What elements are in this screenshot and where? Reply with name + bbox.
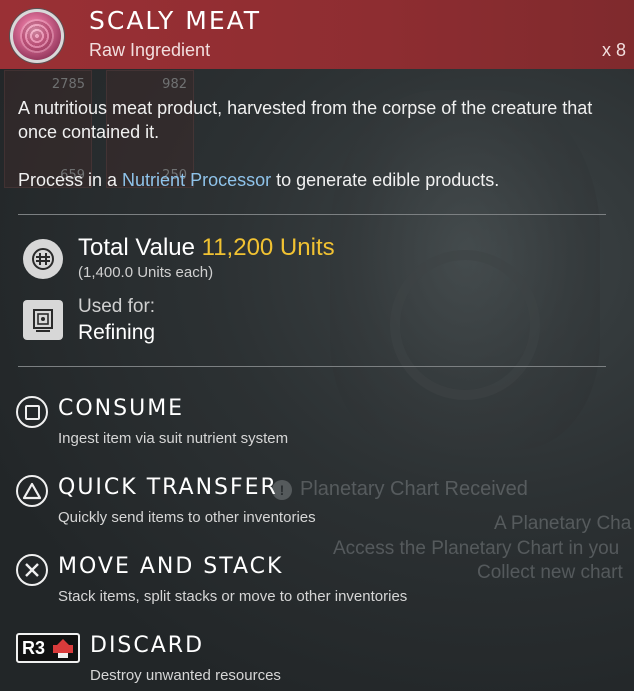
quick-transfer-action[interactable]: QUICK TRANSFER Quickly send items to oth… <box>16 475 616 531</box>
used-for-value: Refining <box>78 321 156 344</box>
r3-button-icon: R3 <box>16 633 80 663</box>
refiner-icon <box>23 300 63 340</box>
item-quantity: x 8 <box>601 40 626 60</box>
divider <box>18 214 606 215</box>
total-value-amount: 11,200 Units <box>201 234 335 261</box>
item-header: SCALY MEAT Raw Ingredient x 8 <box>0 0 634 69</box>
discard-action-title: DISCARD <box>90 633 205 658</box>
total-value: Total Value 11,200 Units <box>78 234 335 262</box>
quick-transfer-action-title: QUICK TRANSFER <box>58 475 278 500</box>
move-and-stack-action[interactable]: MOVE AND STACK Stack items, split stacks… <box>16 554 616 610</box>
move-and-stack-action-desc: Stack items, split stacks or move to oth… <box>58 588 408 605</box>
item-title: SCALY MEAT <box>89 6 262 35</box>
triangle-button-icon <box>16 475 48 507</box>
used-for-label: Used for: <box>78 296 156 317</box>
cross-button-icon <box>16 554 48 586</box>
quick-transfer-action-desc: Quickly send items to other inventories <box>58 509 316 526</box>
divider <box>18 366 606 367</box>
r3-button-label: R3 <box>22 637 46 658</box>
unit-value: (1,400.0 Units each) <box>78 264 214 281</box>
consume-action-title: CONSUME <box>58 396 185 421</box>
units-icon <box>23 239 63 279</box>
discard-action[interactable]: R3 DISCARD Destroy unwanted resources <box>16 633 616 689</box>
discard-action-desc: Destroy unwanted resources <box>90 667 281 684</box>
hint-prefix: Process in a <box>18 170 123 190</box>
hint-suffix: to generate edible products. <box>271 170 500 190</box>
item-detail-panel: SCALY MEAT Raw Ingredient x 8 A nutritio… <box>0 0 634 691</box>
consume-action-desc: Ingest item via suit nutrient system <box>58 430 289 447</box>
nutrient-processor-link: Nutrient Processor <box>122 170 272 190</box>
item-description: A nutritious meat product, harvested fro… <box>18 98 593 142</box>
scaly-meat-icon <box>10 9 64 63</box>
item-category: Raw Ingredient <box>89 40 211 60</box>
discard-arrow-icon <box>53 639 73 658</box>
item-processing-hint: Process in a Nutrient Processor to gener… <box>18 168 608 192</box>
total-value-label: Total Value <box>78 234 202 261</box>
square-button-icon <box>16 396 48 428</box>
consume-action[interactable]: CONSUME Ingest item via suit nutrient sy… <box>16 396 616 452</box>
move-and-stack-action-title: MOVE AND STACK <box>58 554 284 579</box>
